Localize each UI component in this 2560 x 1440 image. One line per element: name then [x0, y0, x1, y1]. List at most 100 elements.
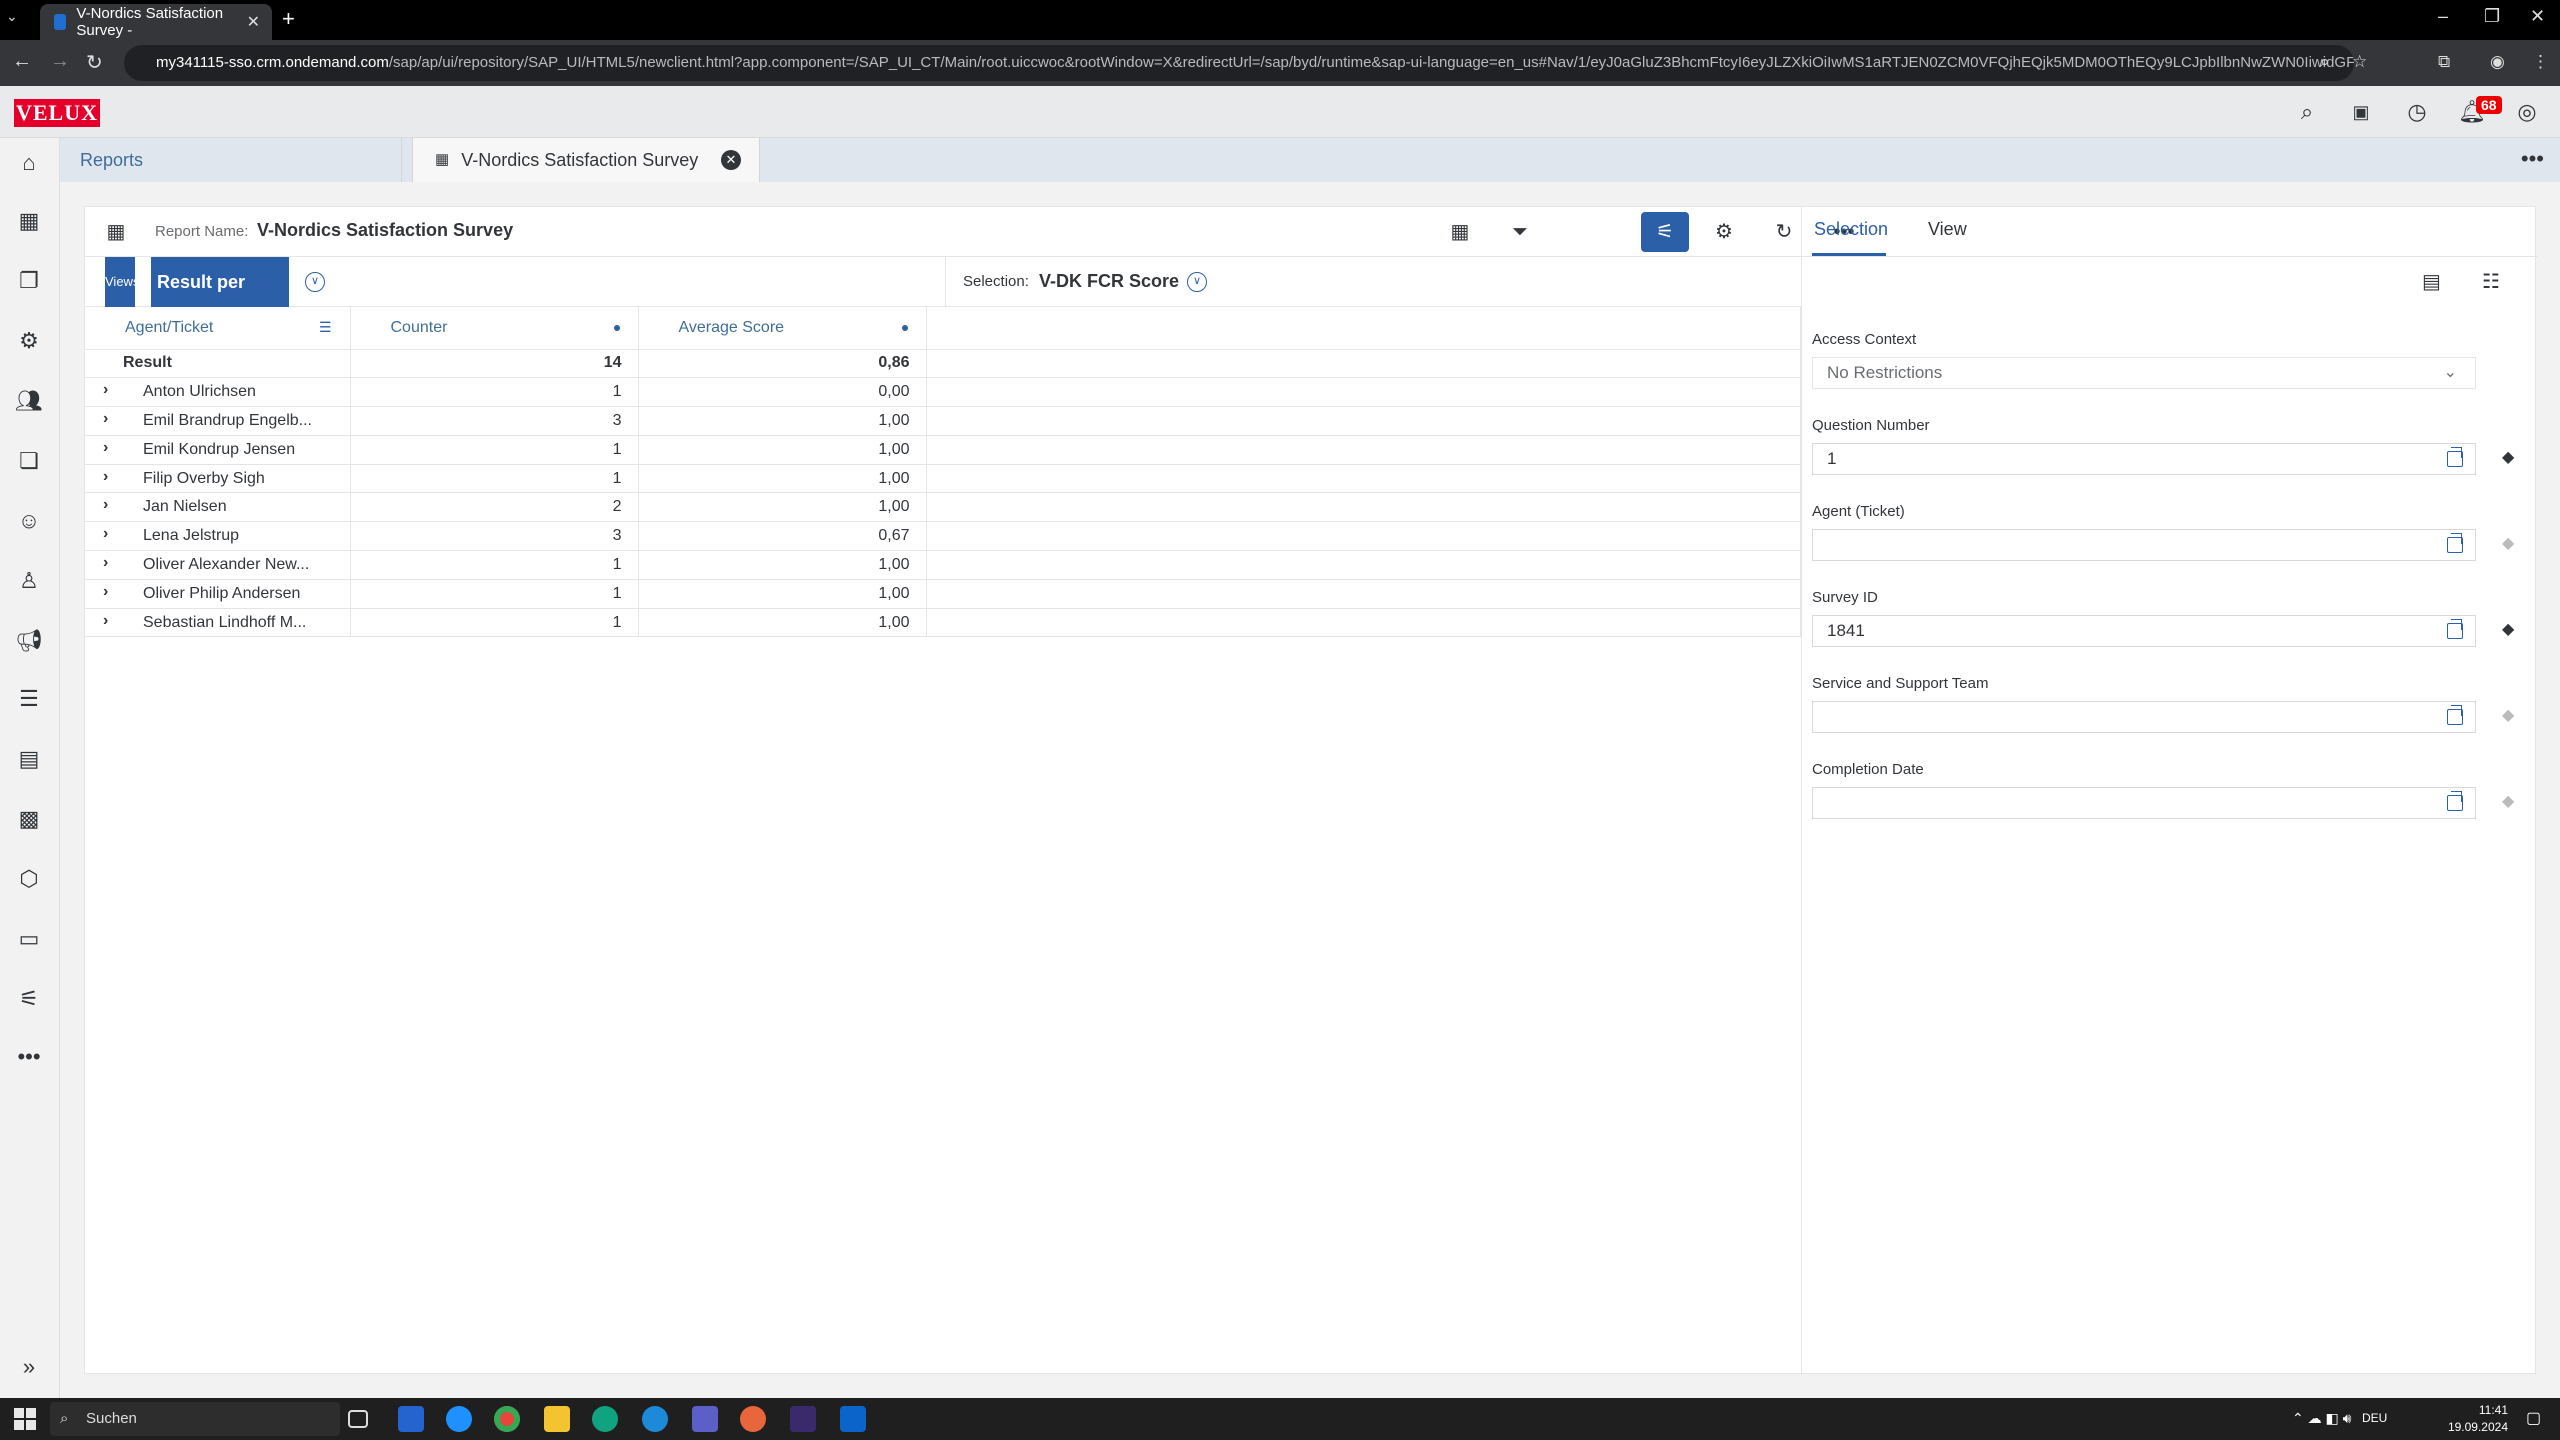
table-row[interactable]: › Anton Ulrichsen 1 0,00: [85, 377, 1801, 408]
close-tab-icon[interactable]: ✕: [247, 12, 260, 32]
service-team-field[interactable]: [1812, 701, 2476, 733]
task-view-icon[interactable]: [348, 1410, 368, 1428]
view-dropdown-icon[interactable]: ∨: [305, 272, 325, 292]
access-context-select[interactable]: No Restrictions ⌄: [1812, 357, 2476, 389]
maximize-icon[interactable]: ❐: [2484, 6, 2500, 27]
tab-view[interactable]: View: [1928, 219, 1967, 240]
value-help-icon[interactable]: [2447, 791, 2463, 811]
tab-reports[interactable]: Reports: [60, 138, 402, 182]
input-language[interactable]: DEU: [2362, 1411, 2387, 1425]
documents-icon[interactable]: ❐: [14, 266, 44, 296]
file-explorer-icon[interactable]: [544, 1406, 570, 1432]
window-close-icon[interactable]: ✕: [2530, 6, 2545, 27]
clear-icon[interactable]: ◆: [2502, 705, 2520, 724]
tab-selection[interactable]: Selection: [1814, 219, 1888, 240]
taskbar-search[interactable]: ⌕ Suchen: [50, 1402, 340, 1436]
agent-name-cell[interactable]: › Jan Nielsen: [85, 492, 351, 523]
pages-icon[interactable]: ❏: [14, 446, 44, 476]
agent-name-cell[interactable]: › Oliver Alexander New...: [85, 550, 351, 580]
person-icon[interactable]: ♙: [14, 566, 44, 596]
manage-selections-icon[interactable]: ☷: [2482, 269, 2500, 294]
header-agent-ticket[interactable]: Agent/Ticket ☰: [85, 307, 351, 350]
header-counter[interactable]: Counter: [350, 307, 639, 350]
expand-chevron-icon[interactable]: ›: [103, 381, 108, 399]
reports-icon[interactable]: ▭: [14, 924, 44, 954]
selection-settings-icon[interactable]: ⚟: [1641, 212, 1689, 252]
profile-icon[interactable]: ◉: [2490, 52, 2505, 72]
refresh-icon[interactable]: ↻: [1769, 217, 1799, 247]
agent-name-cell[interactable]: › Emil Kondrup Jensen: [85, 435, 351, 465]
clear-icon[interactable]: ◆: [2502, 791, 2520, 810]
table-row[interactable]: › Emil Kondrup Jensen 1 1,00: [85, 435, 1801, 465]
windows-start-icon[interactable]: [14, 1408, 36, 1430]
agent-name-cell[interactable]: › Anton Ulrichsen: [85, 377, 351, 408]
user-profile-icon[interactable]: ◎: [2514, 99, 2540, 125]
expand-chevron-icon[interactable]: ›: [103, 496, 108, 514]
outlook-icon[interactable]: [840, 1406, 866, 1432]
survey-id-field[interactable]: 1841: [1812, 615, 2476, 647]
save-selection-icon[interactable]: ▤: [2422, 269, 2441, 294]
home-icon[interactable]: ⌂: [14, 148, 44, 178]
recent-items-icon[interactable]: ◷: [2404, 99, 2430, 125]
value-help-icon[interactable]: [2447, 447, 2463, 467]
minimize-icon[interactable]: –: [2438, 6, 2448, 27]
customers-icon[interactable]: ⚙: [14, 326, 44, 356]
app-a-icon[interactable]: [790, 1406, 816, 1432]
notification-center-icon[interactable]: ▢: [2526, 1408, 2541, 1428]
browser-orange-icon[interactable]: [740, 1406, 766, 1432]
survey-icon[interactable]: ▤: [14, 744, 44, 774]
value-help-icon[interactable]: [2447, 533, 2463, 553]
reload-icon[interactable]: ↻: [86, 50, 103, 75]
marketing-icon[interactable]: 📢︎: [14, 626, 44, 656]
value-help-icon[interactable]: [2447, 705, 2463, 725]
table-row[interactable]: › Oliver Alexander New... 1 1,00: [85, 550, 1801, 580]
back-icon[interactable]: ←: [12, 50, 32, 73]
adapt-icon[interactable]: ⚟: [14, 984, 44, 1014]
search-icon[interactable]: ⌕: [2294, 99, 2320, 125]
expand-chevron-icon[interactable]: ›: [103, 468, 108, 486]
more-nav-icon[interactable]: •••: [14, 1042, 44, 1072]
table-row[interactable]: › Emil Brandrup Engelb... 3 1,00: [85, 406, 1801, 436]
agent-name-cell[interactable]: › Filip Overby Sigh: [85, 464, 351, 494]
agent-name-cell[interactable]: › Oliver Philip Andersen: [85, 579, 351, 609]
service-agents-icon[interactable]: ☺: [14, 506, 44, 536]
clock[interactable]: 11:41 19.09.2024: [2448, 1402, 2508, 1436]
table-row[interactable]: › Filip Overby Sigh 1 1,00: [85, 464, 1801, 494]
filter-icon[interactable]: ⏷: [1505, 217, 1535, 247]
completion-date-field[interactable]: [1812, 787, 2476, 819]
calendar-icon[interactable]: ▦: [14, 206, 44, 236]
system-tray-icons[interactable]: ⌃ ☁ ◧ 🔊︎: [2292, 1410, 2351, 1427]
more-icon[interactable]: •••: [2521, 146, 2544, 172]
edge-icon[interactable]: [592, 1406, 618, 1432]
views-chip[interactable]: Views: [105, 257, 139, 307]
agent-name-cell[interactable]: › Emil Brandrup Engelb...: [85, 406, 351, 436]
teams-icon[interactable]: [692, 1406, 718, 1432]
expand-chevron-icon[interactable]: ›: [103, 554, 108, 572]
extensions-icon[interactable]: ⧉: [2438, 52, 2450, 72]
url-field[interactable]: my341115-sso.crm.ondemand.com/sap/ap/ui/…: [124, 45, 2354, 81]
agent-name-cell[interactable]: › Lena Jelstrup: [85, 521, 351, 552]
clear-icon[interactable]: ◆: [2502, 447, 2520, 466]
expand-nav-icon[interactable]: »: [14, 1352, 44, 1382]
agent-name-cell[interactable]: › Sebastian Lindhoff M...: [85, 608, 351, 638]
sort-icon[interactable]: ☰: [319, 319, 332, 336]
expand-chevron-icon[interactable]: ›: [103, 525, 108, 543]
app-i-icon[interactable]: [642, 1406, 668, 1432]
bookmark-star-icon[interactable]: ☆: [2352, 52, 2367, 72]
todo-app-icon[interactable]: [398, 1406, 424, 1432]
table-row[interactable]: › Lena Jelstrup 3 0,67: [85, 521, 1801, 552]
expand-chevron-icon[interactable]: ›: [103, 439, 108, 457]
expand-chevron-icon[interactable]: ›: [103, 583, 108, 601]
clear-icon[interactable]: ◆: [2502, 533, 2520, 552]
expand-chevron-icon[interactable]: ›: [103, 612, 108, 630]
view-name[interactable]: Result per Agent: [151, 257, 289, 342]
velux-logo[interactable]: VELUX: [14, 99, 100, 127]
chrome-icon[interactable]: [494, 1406, 520, 1432]
table-row[interactable]: › Oliver Philip Andersen 1 1,00: [85, 579, 1801, 609]
zoom-icon[interactable]: ⌕: [2320, 52, 2330, 72]
table-settings-icon[interactable]: ▦: [1445, 217, 1475, 247]
tab-survey[interactable]: ▦ V-Nordics Satisfaction Survey ✕: [412, 138, 760, 182]
browser-menu-icon[interactable]: ⋮: [2532, 52, 2549, 72]
header-average-score[interactable]: Average Score: [638, 307, 927, 350]
table-view-icon[interactable]: ▦: [101, 217, 131, 247]
